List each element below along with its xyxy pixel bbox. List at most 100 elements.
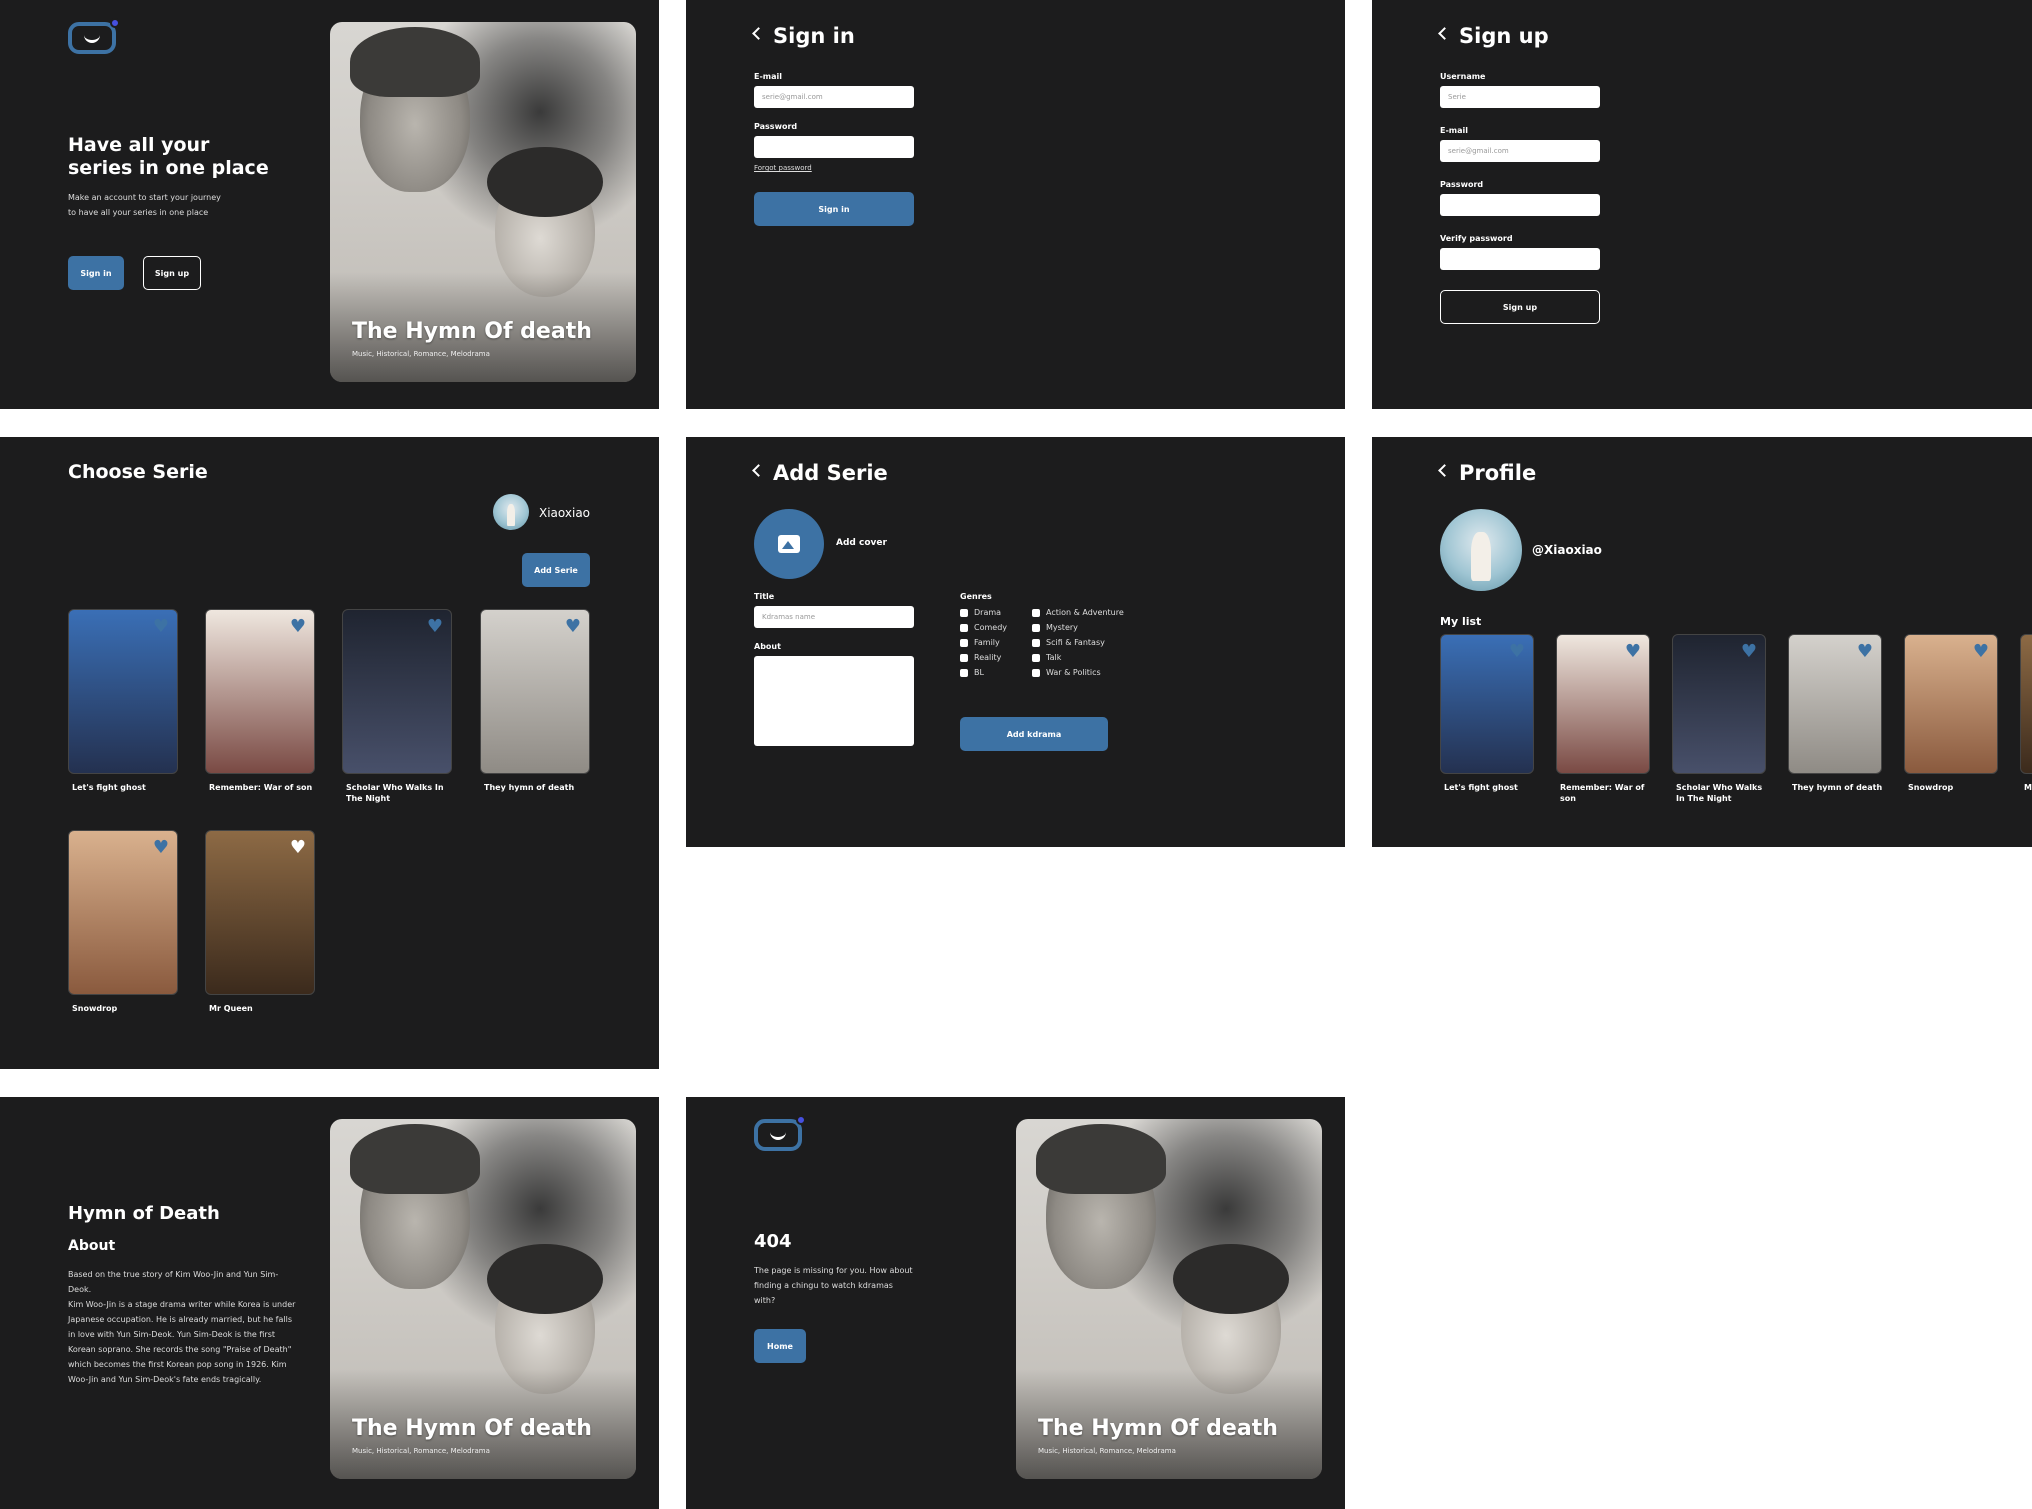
email-label: E-mail: [1440, 126, 1469, 135]
genre-checkbox[interactable]: Mystery: [1032, 623, 1124, 632]
add-kdrama-button[interactable]: Add kdrama: [960, 717, 1108, 751]
genre-checkbox[interactable]: Reality: [960, 653, 1007, 662]
profile-header: Profile: [1438, 461, 1537, 485]
series-card[interactable]: ♥: [205, 830, 315, 995]
hero-genres: Music, Historical, Romance, Melodrama: [352, 1447, 490, 1455]
username-label: Username: [1440, 72, 1486, 81]
series-title: They hymn of death: [1792, 783, 1883, 792]
heart-icon[interactable]: ♥: [565, 618, 581, 636]
signin-submit-button[interactable]: Sign in: [754, 192, 914, 226]
heart-icon[interactable]: ♥: [1625, 643, 1641, 661]
hero-poster[interactable]: The Hymn Of death Music, Historical, Rom…: [1016, 1119, 1322, 1479]
page-title: Sign up: [1459, 24, 1549, 48]
heart-icon[interactable]: ♥: [1509, 643, 1525, 661]
back-arrow-icon[interactable]: [1438, 463, 1451, 477]
genre-checkbox[interactable]: Comedy: [960, 623, 1007, 632]
heart-icon[interactable]: ♥: [153, 839, 169, 857]
forgot-password-link[interactable]: Forgot password: [754, 164, 914, 172]
back-arrow-icon[interactable]: [752, 26, 765, 40]
profile-frame: Profile @Xiaoxiao My list ♥ Let's fight …: [1372, 437, 2032, 847]
signup-frame: Sign up Username Serie E-mail serie@gmai…: [1372, 0, 2032, 409]
series-title: Snowdrop: [72, 1004, 118, 1013]
series-card[interactable]: ♥: [68, 609, 178, 774]
genre-checkbox[interactable]: Drama: [960, 608, 1007, 617]
series-title: Let's fight ghost: [72, 783, 146, 792]
choose-serie-frame: Choose Serie Xiaoxiao Add Serie ♥ Let's …: [0, 437, 659, 1069]
series-card[interactable]: ♥: [342, 609, 452, 774]
genre-checkbox[interactable]: Action & Adventure: [1032, 608, 1124, 617]
hero-poster[interactable]: The Hymn Of death Music, Historical, Rom…: [330, 22, 636, 382]
page-title: Add Serie: [773, 461, 888, 485]
profile-handle: @Xiaoxiao: [1532, 543, 1602, 557]
email-field[interactable]: serie@gmail.com: [754, 86, 914, 108]
series-card[interactable]: ♥: [68, 830, 178, 995]
series-title: Mr Queen: [209, 1004, 253, 1013]
verify-password-field[interactable]: [1440, 248, 1600, 270]
signin-button[interactable]: Sign in: [68, 256, 124, 290]
password-label: Password: [1440, 180, 1484, 189]
series-title: Scholar Who Walks In The Night: [1676, 783, 1763, 803]
heart-icon[interactable]: ♥: [1741, 643, 1757, 661]
series-card[interactable]: ♥: [1440, 634, 1534, 774]
series-card[interactable]: ♥: [480, 609, 590, 774]
landing-subtext: Make an account to start your journey to…: [68, 193, 221, 217]
genre-checkbox[interactable]: Talk: [1032, 653, 1124, 662]
back-arrow-icon[interactable]: [1438, 26, 1451, 40]
series-title-partial: M: [2024, 783, 2032, 792]
genre-checkbox[interactable]: Family: [960, 638, 1007, 647]
password-label: Password: [754, 122, 798, 131]
genre-checkbox[interactable]: Scifi & Fantasy: [1032, 638, 1124, 647]
series-card[interactable]: ♥: [1904, 634, 1998, 774]
email-field[interactable]: serie@gmail.com: [1440, 140, 1600, 162]
page-title: Choose Serie: [68, 461, 208, 483]
genre-checkbox[interactable]: War & Politics: [1032, 668, 1124, 677]
series-title: Let's fight ghost: [1444, 783, 1518, 792]
password-field[interactable]: [1440, 194, 1600, 216]
add-serie-header: Add Serie: [752, 461, 888, 485]
heart-icon[interactable]: ♥: [153, 618, 169, 636]
add-cover-button[interactable]: [754, 509, 824, 579]
signup-submit-button[interactable]: Sign up: [1440, 290, 1600, 324]
add-serie-button[interactable]: Add Serie: [522, 553, 590, 587]
series-title: They hymn of death: [484, 783, 575, 792]
about-label: About: [754, 642, 781, 651]
verify-password-label: Verify password: [1440, 234, 1513, 243]
series-title: Snowdrop: [1908, 783, 1954, 792]
series-card-partial[interactable]: [2020, 634, 2032, 774]
add-cover-label: Add cover: [836, 538, 887, 548]
detail-title: Hymn of Death: [68, 1203, 220, 1224]
hero-genres: Music, Historical, Romance, Melodrama: [352, 350, 490, 358]
signup-header: Sign up: [1438, 24, 1549, 48]
hero-poster[interactable]: The Hymn Of death Music, Historical, Rom…: [330, 1119, 636, 1479]
password-field[interactable]: [754, 136, 914, 158]
add-serie-frame: Add Serie Add cover Title Kdramas name A…: [686, 437, 1345, 847]
heart-icon[interactable]: ♥: [290, 618, 306, 636]
page-title: Profile: [1459, 461, 1537, 485]
avatar[interactable]: [493, 494, 529, 530]
home-button[interactable]: Home: [754, 1329, 806, 1363]
heart-icon[interactable]: ♥: [290, 839, 306, 857]
error-code: 404: [754, 1231, 792, 1252]
back-arrow-icon[interactable]: [752, 463, 765, 477]
heart-icon[interactable]: ♥: [1973, 643, 1989, 661]
series-card[interactable]: ♥: [1556, 634, 1650, 774]
title-field[interactable]: Kdramas name: [754, 606, 914, 628]
notfound-frame: 404 The page is missing for you. How abo…: [686, 1097, 1345, 1509]
genre-checkbox[interactable]: BL: [960, 668, 1007, 677]
error-message: The page is missing for you. How about f…: [754, 1266, 913, 1305]
heart-icon[interactable]: ♥: [1857, 643, 1873, 661]
heart-icon[interactable]: ♥: [427, 618, 443, 636]
signin-header: Sign in: [752, 24, 855, 48]
app-logo: [754, 1115, 806, 1151]
signup-button[interactable]: Sign up: [143, 256, 201, 290]
series-card[interactable]: ♥: [1788, 634, 1882, 774]
detail-frame: Hymn of Death About Based on the true st…: [0, 1097, 659, 1509]
username-field[interactable]: Serie: [1440, 86, 1600, 108]
series-title: Remember: War of son: [1560, 783, 1645, 803]
detail-about-label: About: [68, 1238, 116, 1254]
profile-avatar[interactable]: [1440, 509, 1522, 591]
series-card[interactable]: ♥: [205, 609, 315, 774]
about-textarea[interactable]: [754, 656, 914, 746]
hero-title: The Hymn Of death: [352, 1416, 592, 1441]
series-card[interactable]: ♥: [1672, 634, 1766, 774]
